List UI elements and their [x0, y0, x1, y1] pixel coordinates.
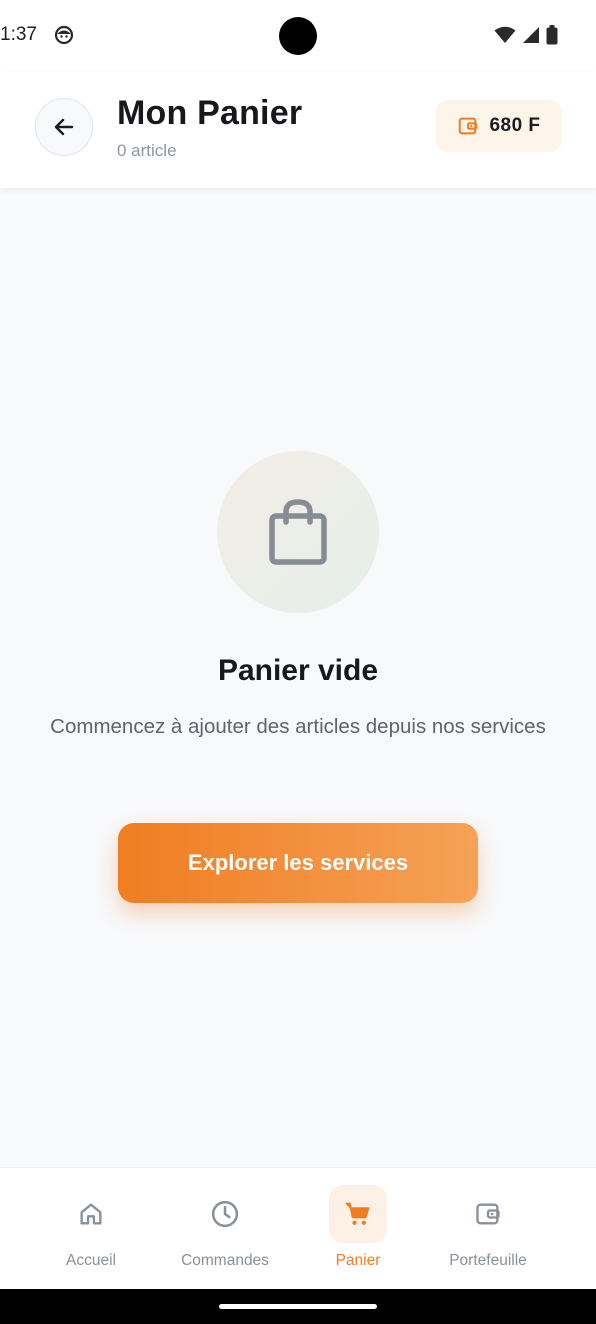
item-count: 0 article [117, 141, 177, 160]
nav-item-accueil[interactable]: Accueil [40, 1168, 142, 1290]
back-button[interactable] [35, 98, 93, 156]
camera-cutout [279, 17, 317, 55]
home-icon [80, 1203, 102, 1225]
wifi-icon [494, 26, 516, 43]
nav-icon-container [196, 1185, 254, 1243]
signal-icon [523, 27, 539, 43]
nav-item-commandes[interactable]: Commandes [170, 1168, 280, 1290]
empty-illustration [217, 451, 379, 613]
header: Mon Panier 0 article 680 F [0, 72, 596, 188]
home-gesture-handle[interactable] [219, 1304, 377, 1309]
battery-icon [546, 25, 558, 45]
wallet-balance-badge[interactable]: 680 F [436, 100, 562, 152]
system-gesture-bar [0, 1289, 596, 1324]
page-title: Mon Panier [117, 94, 303, 132]
nav-item-portefeuille[interactable]: Portefeuille [432, 1168, 544, 1290]
nav-icon-container [329, 1185, 387, 1243]
nav-label: Panier [335, 1252, 381, 1269]
wallet-icon [459, 117, 478, 135]
nav-icon-container [459, 1185, 517, 1243]
nav-label: Accueil [66, 1252, 116, 1269]
nav-item-panier[interactable]: Panier [318, 1168, 398, 1290]
nav-label: Commandes [181, 1252, 269, 1269]
bottom-navigation: Accueil Commandes Panier Portefeuille [0, 1167, 596, 1289]
nav-label: Portefeuille [449, 1252, 527, 1269]
clock-icon [211, 1200, 239, 1228]
status-bar: 1:37 [0, 0, 596, 72]
empty-cart-state: Panier vide Commencez à ajouter des arti… [0, 188, 596, 1168]
explore-services-button[interactable]: Explorer les services [118, 823, 478, 903]
empty-state-title: Panier vide [217, 654, 379, 687]
cart-icon [345, 1202, 370, 1225]
wallet-amount: 680 F [489, 115, 541, 136]
shopping-bag-icon [269, 499, 327, 565]
wallet-icon [476, 1203, 500, 1225]
notification-face-icon [54, 25, 74, 45]
status-time: 1:37 [0, 24, 37, 45]
empty-state-description: Commencez à ajouter des articles depuis … [50, 715, 546, 738]
arrow-left-icon [54, 118, 74, 136]
status-icons [494, 25, 558, 45]
nav-icon-container [62, 1185, 120, 1243]
